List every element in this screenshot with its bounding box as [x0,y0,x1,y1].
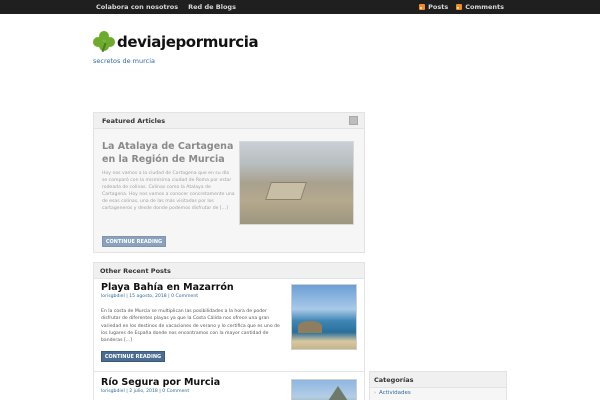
post-meta[interactable]: lorisgbdiel | 15 agosto, 2018 | 0 Commen… [101,294,198,299]
category-item-actividades[interactable]: › Actividades [374,390,411,396]
comments-feed-link[interactable]: Comments [456,0,504,14]
chevron-right-icon: › [374,390,376,396]
top-bar: Colabora con nosotros Red de Blogs Posts… [0,0,600,14]
comments-feed-label: Comments [465,3,504,11]
featured-heading-label: Featured Articles [102,117,166,125]
categories-widget: Categorías › Actividades [369,371,507,400]
post-title[interactable]: Río Segura por Murcia [101,377,220,388]
featured-continue-button[interactable]: CONTINUE READING [102,236,166,247]
post-continue-button[interactable]: CONTINUE READING [101,351,165,362]
site-title[interactable]: deviajepormurcia [117,33,259,51]
slider-control-icon[interactable] [349,116,358,125]
post-excerpt: En la costa de Murcia se multiplican las… [101,309,280,344]
post-meta[interactable]: lorisgbdiel | 2 julio, 2018 | 0 Comment [101,389,189,394]
recent-heading: Other Recent Posts [94,263,364,279]
rss-icon [456,4,463,10]
post-divider [94,371,364,372]
category-label: Actividades [379,390,411,396]
featured-post-title[interactable]: La Atalaya de Cartagena en la Región de … [102,140,235,166]
nav-link-red-de-blogs[interactable]: Red de Blogs [188,0,236,14]
clover-icon [93,31,115,53]
recent-heading-label: Other Recent Posts [100,267,171,275]
post-title[interactable]: Playa Bahía en Mazarrón [101,282,234,293]
nav-link-colabora[interactable]: Colabora con nosotros [96,0,178,14]
posts-feed-label: Posts [428,3,449,11]
site-logo[interactable]: deviajepormurcia [93,31,259,53]
recent-posts-box: Other Recent Posts Playa Bahía en Mazarr… [93,262,365,400]
featured-post-excerpt: Hoy nos vamos a la ciudad de Cartagena q… [102,171,235,211]
site-tagline: secretos de murcia [93,57,156,65]
featured-heading: Featured Articles [94,113,364,129]
categories-heading: Categorías [370,372,506,388]
post-thumbnail[interactable] [291,284,357,350]
featured-articles-box: Featured Articles La Atalaya de Cartagen… [93,112,365,253]
post-thumbnail[interactable] [291,379,357,400]
rss-icon [419,4,426,10]
featured-post-image[interactable] [239,141,354,225]
posts-feed-link[interactable]: Posts [419,0,448,14]
top-navigation: Colabora con nosotros Red de Blogs [96,0,236,14]
feed-links: Posts Comments [419,0,504,14]
